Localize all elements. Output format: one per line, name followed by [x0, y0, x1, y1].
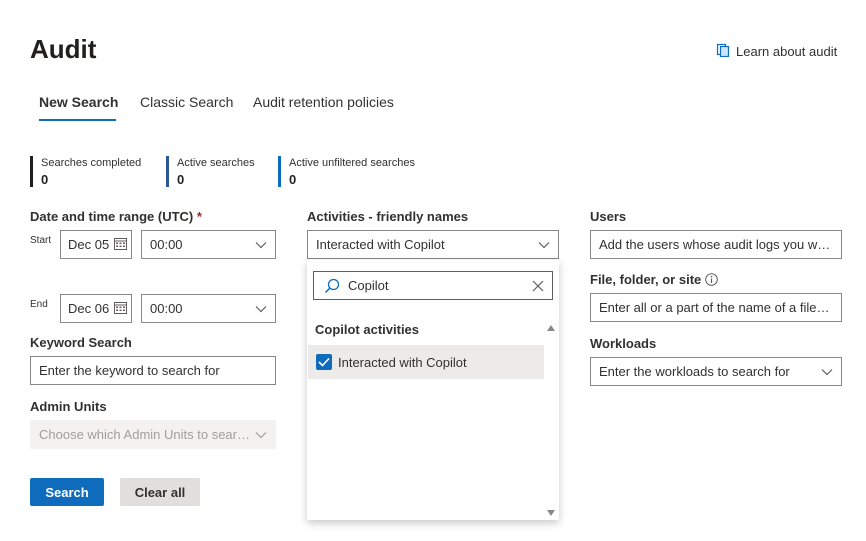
- date-range-label: Date and time range (UTC) *: [30, 209, 202, 224]
- keyword-placeholder: Enter the keyword to search for: [39, 363, 220, 378]
- end-date-value: Dec 06: [68, 301, 110, 316]
- active-tab-indicator: [39, 119, 116, 121]
- file-folder-site-label: File, folder, or site: [590, 272, 719, 287]
- stat-label: Searches completed: [41, 157, 142, 169]
- stat-value: 0: [177, 172, 185, 187]
- start-label: Start: [30, 235, 52, 246]
- tab-classic-search[interactable]: Classic Search: [140, 94, 233, 110]
- activities-selected-value: Interacted with Copilot: [316, 237, 445, 252]
- end-label: End: [30, 299, 48, 310]
- stat-value: 0: [41, 172, 49, 187]
- chevron-down-icon: [821, 366, 833, 378]
- chevron-down-icon: [255, 429, 267, 441]
- admin-units-placeholder: Choose which Admin Units to search...: [39, 427, 255, 442]
- info-icon[interactable]: [705, 273, 719, 286]
- workloads-label: Workloads: [590, 336, 657, 351]
- users-placeholder: Add the users whose audit logs you want.…: [599, 237, 833, 252]
- keyword-search-input[interactable]: Enter the keyword to search for: [30, 356, 276, 385]
- start-date-value: Dec 05: [68, 237, 110, 252]
- clear-all-button[interactable]: Clear all: [120, 478, 200, 506]
- option-interacted-with-copilot[interactable]: Interacted with Copilot: [308, 345, 544, 379]
- users-input[interactable]: Add the users whose audit logs you want.…: [590, 230, 842, 259]
- scroll-down-icon[interactable]: [546, 504, 556, 522]
- required-marker: *: [196, 209, 202, 224]
- scroll-up-icon[interactable]: [546, 319, 556, 337]
- checkbox-checked[interactable]: [316, 354, 332, 370]
- stat-active-searches: Active searches 0: [166, 156, 255, 187]
- stat-active-unfiltered-searches: Active unfiltered searches 0: [278, 156, 415, 187]
- admin-units-label: Admin Units: [30, 399, 107, 414]
- chevron-down-icon: [255, 303, 267, 315]
- learn-about-audit-link[interactable]: Learn about audit: [716, 43, 837, 60]
- end-date-picker[interactable]: Dec 06: [60, 294, 132, 323]
- stat-label: Active unfiltered searches: [289, 157, 415, 169]
- search-button[interactable]: Search: [30, 478, 104, 506]
- checkmark-icon: [318, 357, 330, 367]
- admin-units-dropdown[interactable]: Choose which Admin Units to search...: [30, 420, 276, 449]
- stat-label: Active searches: [177, 157, 255, 169]
- workloads-placeholder: Enter the workloads to search for: [599, 364, 790, 379]
- chevron-down-icon: [538, 239, 550, 251]
- file-folder-site-input[interactable]: Enter all or a part of the name of a fil…: [590, 293, 842, 322]
- chevron-down-icon: [255, 239, 267, 251]
- start-time-value: 00:00: [150, 237, 183, 252]
- stat-value: 0: [289, 172, 297, 187]
- file-folder-placeholder: Enter all or a part of the name of a fil…: [599, 300, 833, 315]
- end-time-dropdown[interactable]: 00:00: [141, 294, 276, 323]
- calendar-icon: [114, 301, 127, 317]
- workloads-dropdown[interactable]: Enter the workloads to search for: [590, 357, 842, 386]
- calendar-icon: [114, 237, 127, 253]
- date-range-label-text: Date and time range (UTC): [30, 209, 194, 224]
- activities-dropdown[interactable]: Interacted with Copilot: [307, 230, 559, 259]
- stat-searches-completed: Searches completed 0: [30, 156, 141, 187]
- start-date-picker[interactable]: Dec 05: [60, 230, 132, 259]
- activities-search-value: Copilot: [348, 278, 389, 293]
- learn-link-label: Learn about audit: [736, 44, 838, 59]
- file-folder-label-text: File, folder, or site: [590, 272, 702, 287]
- option-label: Interacted with Copilot: [338, 354, 467, 370]
- tab-audit-retention-policies[interactable]: Audit retention policies: [253, 94, 394, 110]
- users-label: Users: [590, 209, 627, 224]
- copilot-activities-group-header: Copilot activities: [315, 322, 420, 337]
- close-icon[interactable]: [532, 280, 544, 292]
- tab-new-search[interactable]: New Search: [39, 94, 118, 110]
- start-time-dropdown[interactable]: 00:00: [141, 230, 276, 259]
- activities-search-input[interactable]: Copilot: [313, 271, 553, 300]
- search-icon: [324, 278, 340, 294]
- end-time-value: 00:00: [150, 301, 183, 316]
- document-copy-icon: [716, 43, 730, 60]
- activities-label: Activities - friendly names: [307, 209, 469, 224]
- page-title: Audit: [30, 34, 97, 64]
- keyword-search-label: Keyword Search: [30, 335, 132, 350]
